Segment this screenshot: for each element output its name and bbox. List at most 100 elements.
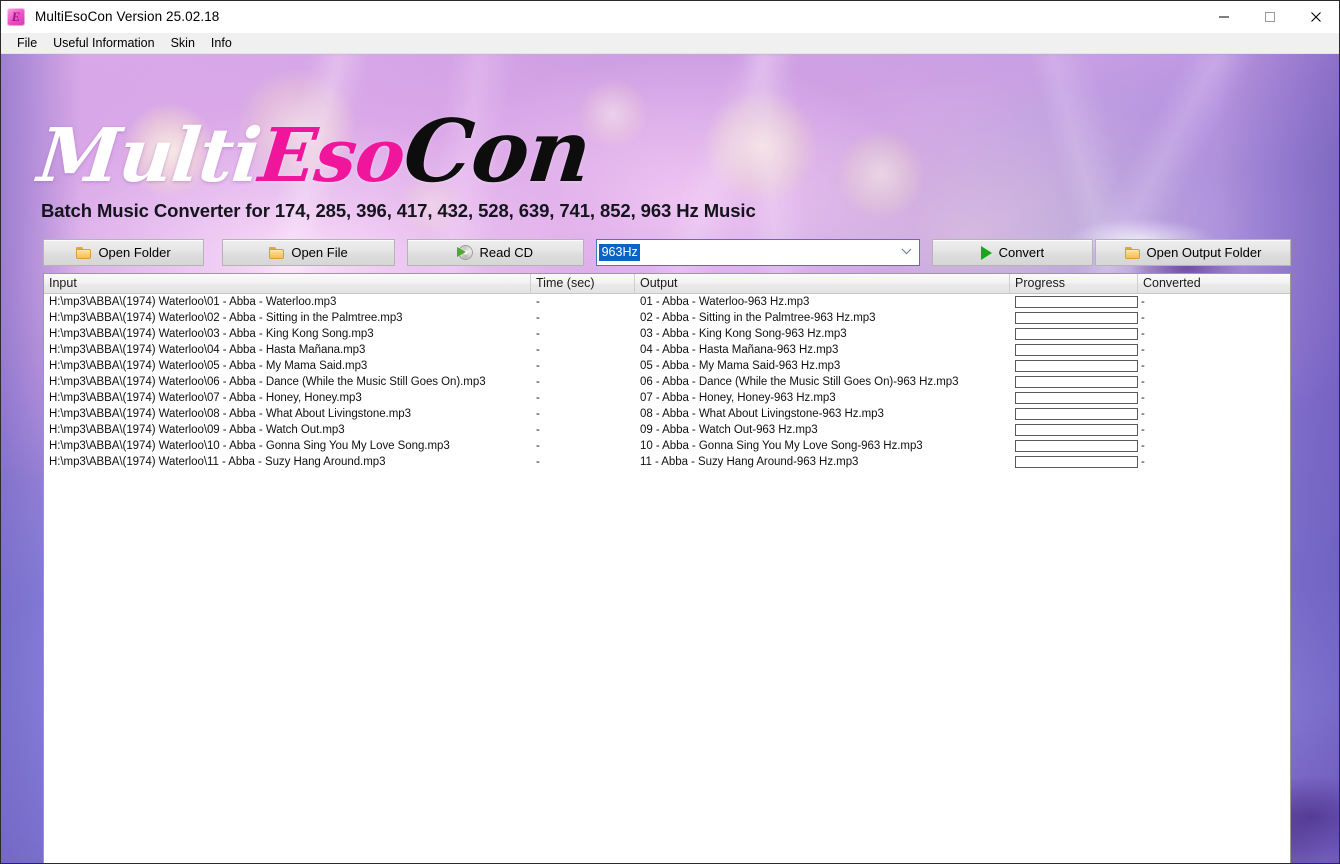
cell-time: -	[536, 392, 540, 404]
open-folder-button[interactable]: Open Folder	[43, 239, 205, 266]
cell-input: H:\mp3\ABBA\(1974) Waterloo\11 - Abba - …	[49, 456, 386, 468]
folder-icon	[76, 246, 92, 259]
column-header-output[interactable]: Output	[635, 274, 1010, 293]
cell-output: 07 - Abba - Honey, Honey-963 Hz.mp3	[640, 392, 836, 404]
cell-input: H:\mp3\ABBA\(1974) Waterloo\03 - Abba - …	[49, 328, 374, 340]
cell-output: 08 - Abba - What About Livingstone-963 H…	[640, 408, 884, 420]
column-header-progress[interactable]: Progress	[1010, 274, 1138, 293]
cell-converted: -	[1141, 424, 1145, 436]
cell-time: -	[536, 296, 540, 308]
frequency-select-value: 963Hz	[598, 244, 640, 261]
cell-time: -	[536, 312, 540, 324]
folder-icon	[269, 246, 285, 259]
app-logo-e-icon: E	[7, 7, 25, 26]
table-row[interactable]: H:\mp3\ABBA\(1974) Waterloo\05 - Abba - …	[44, 358, 1290, 374]
progress-bar	[1015, 440, 1138, 452]
convert-button[interactable]: Convert	[931, 239, 1093, 266]
table-row[interactable]: H:\mp3\ABBA\(1974) Waterloo\11 - Abba - …	[44, 454, 1290, 470]
progress-bar	[1015, 376, 1138, 388]
column-header-converted[interactable]: Converted	[1138, 274, 1260, 293]
open-file-button[interactable]: Open File	[222, 239, 395, 266]
cell-converted: -	[1141, 344, 1145, 356]
cell-output: 04 - Abba - Hasta Mañana-963 Hz.mp3	[640, 344, 839, 356]
read-cd-label: Read CD	[479, 245, 533, 260]
cell-time: -	[536, 440, 540, 452]
read-cd-button[interactable]: Read CD	[406, 239, 584, 266]
cell-output: 01 - Abba - Waterloo-963 Hz.mp3	[640, 296, 810, 308]
menu-item-useful-information[interactable]: Useful Information	[45, 34, 162, 53]
cell-progress	[1010, 392, 1138, 404]
maximize-icon[interactable]	[1247, 1, 1293, 32]
cell-output: 10 - Abba - Gonna Sing You My Love Song-…	[640, 440, 923, 452]
cell-input: H:\mp3\ABBA\(1974) Waterloo\01 - Abba - …	[49, 296, 337, 308]
cell-converted: -	[1141, 392, 1145, 404]
cell-output: 06 - Abba - Dance (While the Music Still…	[640, 376, 959, 388]
open-output-folder-label: Open Output Folder	[1146, 245, 1262, 260]
table-row[interactable]: H:\mp3\ABBA\(1974) Waterloo\04 - Abba - …	[44, 342, 1290, 358]
open-file-label: Open File	[291, 245, 348, 260]
table-row[interactable]: H:\mp3\ABBA\(1974) Waterloo\06 - Abba - …	[44, 374, 1290, 390]
close-icon[interactable]	[1293, 1, 1339, 32]
cell-time: -	[536, 360, 540, 372]
table-row[interactable]: H:\mp3\ABBA\(1974) Waterloo\07 - Abba - …	[44, 390, 1290, 406]
progress-bar	[1015, 408, 1138, 420]
table-row[interactable]: H:\mp3\ABBA\(1974) Waterloo\02 - Abba - …	[44, 310, 1290, 326]
cell-time: -	[536, 424, 540, 436]
logo-text-con: Con	[399, 101, 596, 202]
list-header-row: Input Time (sec) Output Progress Convert…	[44, 274, 1290, 294]
cell-progress	[1010, 456, 1138, 468]
cell-input: H:\mp3\ABBA\(1974) Waterloo\10 - Abba - …	[49, 440, 450, 452]
cell-converted: -	[1141, 440, 1145, 452]
cd-disc-icon	[456, 245, 473, 260]
play-icon	[980, 245, 992, 260]
table-row[interactable]: H:\mp3\ABBA\(1974) Waterloo\09 - Abba - …	[44, 422, 1290, 438]
cell-converted: -	[1141, 360, 1145, 372]
menu-item-file[interactable]: File	[9, 34, 45, 53]
window-controls	[1201, 1, 1339, 32]
cell-progress	[1010, 296, 1138, 308]
progress-bar	[1015, 424, 1138, 436]
menu-item-info[interactable]: Info	[203, 34, 240, 53]
table-row[interactable]: H:\mp3\ABBA\(1974) Waterloo\08 - Abba - …	[44, 406, 1290, 422]
table-row[interactable]: H:\mp3\ABBA\(1974) Waterloo\01 - Abba - …	[44, 294, 1290, 310]
progress-bar	[1015, 392, 1138, 404]
app-subtitle: Batch Music Converter for 174, 285, 396,…	[41, 200, 756, 221]
cell-time: -	[536, 456, 540, 468]
cell-input: H:\mp3\ABBA\(1974) Waterloo\04 - Abba - …	[49, 344, 366, 356]
cell-time: -	[536, 408, 540, 420]
cell-progress	[1010, 440, 1138, 452]
column-header-time[interactable]: Time (sec)	[531, 274, 635, 293]
cell-progress	[1010, 312, 1138, 324]
cell-progress	[1010, 376, 1138, 388]
convert-label: Convert	[998, 245, 1045, 260]
chevron-down-icon	[901, 248, 912, 258]
cell-progress	[1010, 408, 1138, 420]
frequency-select[interactable]: 963Hz	[595, 239, 920, 266]
open-output-folder-button[interactable]: Open Output Folder	[1094, 239, 1291, 266]
logo-text-multi: Multi	[34, 113, 265, 199]
progress-bar	[1015, 328, 1138, 340]
menu-item-skin[interactable]: Skin	[163, 34, 203, 53]
cell-output: 11 - Abba - Suzy Hang Around-963 Hz.mp3	[640, 456, 859, 468]
list-body: H:\mp3\ABBA\(1974) Waterloo\01 - Abba - …	[44, 294, 1290, 470]
cell-converted: -	[1141, 456, 1145, 468]
cell-converted: -	[1141, 312, 1145, 324]
cell-input: H:\mp3\ABBA\(1974) Waterloo\07 - Abba - …	[49, 392, 362, 404]
table-row[interactable]: H:\mp3\ABBA\(1974) Waterloo\03 - Abba - …	[44, 326, 1290, 342]
progress-bar	[1015, 360, 1138, 372]
progress-bar	[1015, 456, 1138, 468]
cell-progress	[1010, 424, 1138, 436]
cell-input: H:\mp3\ABBA\(1974) Waterloo\08 - Abba - …	[49, 408, 411, 420]
cell-output: 05 - Abba - My Mama Said-963 Hz.mp3	[640, 360, 841, 372]
cell-progress	[1010, 360, 1138, 372]
cell-converted: -	[1141, 408, 1145, 420]
table-row[interactable]: H:\mp3\ABBA\(1974) Waterloo\10 - Abba - …	[44, 438, 1290, 454]
cell-time: -	[536, 376, 540, 388]
logo-text-eso: Eso	[255, 113, 409, 199]
column-header-input[interactable]: Input	[44, 274, 531, 293]
cell-time: -	[536, 344, 540, 356]
minimize-icon[interactable]	[1201, 1, 1247, 32]
cell-input: H:\mp3\ABBA\(1974) Waterloo\09 - Abba - …	[49, 424, 345, 436]
file-list-view[interactable]: Input Time (sec) Output Progress Convert…	[43, 273, 1291, 863]
progress-bar	[1015, 344, 1138, 356]
